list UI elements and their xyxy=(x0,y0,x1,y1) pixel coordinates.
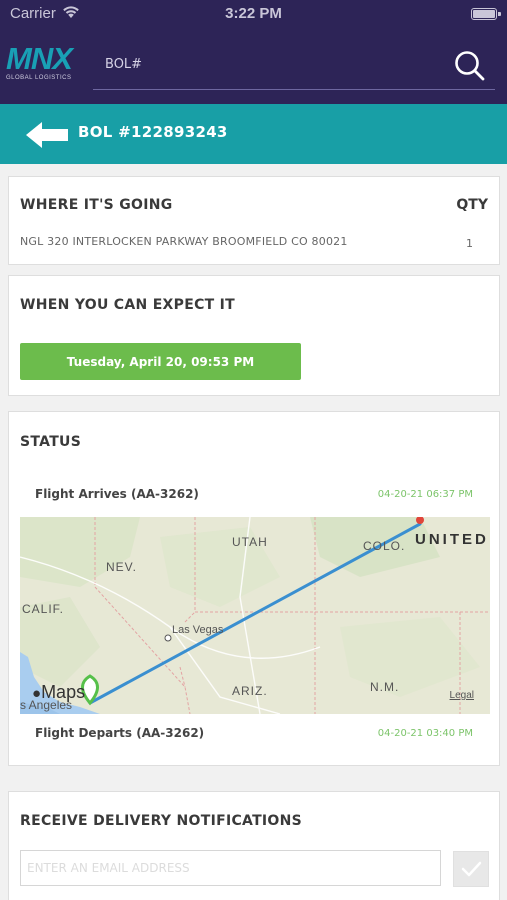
apple-logo-icon: ● xyxy=(32,685,42,702)
eta-button[interactable]: Tuesday, April 20, 09:53 PM xyxy=(20,343,301,380)
battery-icon xyxy=(471,8,501,20)
map-label-colo: COLO. xyxy=(363,539,406,553)
logo: MNX GLOBAL LOGISTICS xyxy=(6,41,82,84)
map-label-nm: N.M. xyxy=(370,680,400,694)
event-arrives-label: Flight Arrives (AA-3262) xyxy=(35,487,199,501)
map-label-ariz: ARIZ. xyxy=(232,684,268,698)
maps-badge-text: Maps xyxy=(41,682,86,702)
clock-time: 3:22 PM xyxy=(225,5,282,22)
logo-text: MNX xyxy=(6,41,73,76)
map-label-united: UNITED xyxy=(415,531,489,548)
destination-card: WHERE IT'S GOING QTY NGL 320 INTERLOCKEN… xyxy=(8,176,500,265)
notify-card: RECEIVE DELIVERY NOTIFICATIONS xyxy=(8,791,500,900)
map-label-calif: CALIF. xyxy=(22,602,65,616)
back-arrow-icon[interactable] xyxy=(26,121,70,149)
event-arrives-time: 04-20-21 06:37 PM xyxy=(377,489,473,500)
map-label-utah: UTAH xyxy=(232,535,268,549)
legal-link[interactable]: Legal xyxy=(450,690,474,701)
notify-title: RECEIVE DELIVERY NOTIFICATIONS xyxy=(20,813,303,829)
app-header: MNX GLOBAL LOGISTICS xyxy=(0,28,507,104)
email-input[interactable] xyxy=(20,850,441,886)
checkmark-icon xyxy=(461,861,482,877)
qty-label: QTY xyxy=(456,197,488,213)
event-departs-label: Flight Departs (AA-3262) xyxy=(35,726,205,740)
maps-badge: ●Maps xyxy=(32,682,85,703)
search-field xyxy=(93,44,495,90)
event-departs-time: 04-20-21 03:40 PM xyxy=(377,728,473,739)
search-icon[interactable] xyxy=(453,49,487,83)
status-card: STATUS Flight Arrives (AA-3262) 04-20-21… xyxy=(8,411,500,766)
destination-title: WHERE IT'S GOING xyxy=(20,197,173,213)
bol-search-input[interactable] xyxy=(93,44,433,84)
submit-email-button[interactable] xyxy=(453,851,489,887)
expect-title: WHEN YOU CAN EXPECT IT xyxy=(20,297,236,313)
bol-subheader: BOL #122893243 xyxy=(0,104,507,164)
qty-value: 1 xyxy=(466,237,473,250)
route-map[interactable]: UTAH COLO. UNITED NEV. CALIF. Las Vegas … xyxy=(20,517,490,714)
map-label-nev: NEV. xyxy=(106,560,137,574)
status-bar: Carrier 3:22 PM xyxy=(0,0,507,28)
status-title: STATUS xyxy=(20,434,82,450)
logo-subtitle: GLOBAL LOGISTICS xyxy=(6,75,72,81)
destination-address: NGL 320 INTERLOCKEN PARKWAY BROOMFIELD C… xyxy=(20,235,348,248)
map-label-las-vegas: Las Vegas xyxy=(172,624,224,636)
bol-title: BOL #122893243 xyxy=(78,123,228,141)
expect-card: WHEN YOU CAN EXPECT IT Tuesday, April 20… xyxy=(8,275,500,396)
